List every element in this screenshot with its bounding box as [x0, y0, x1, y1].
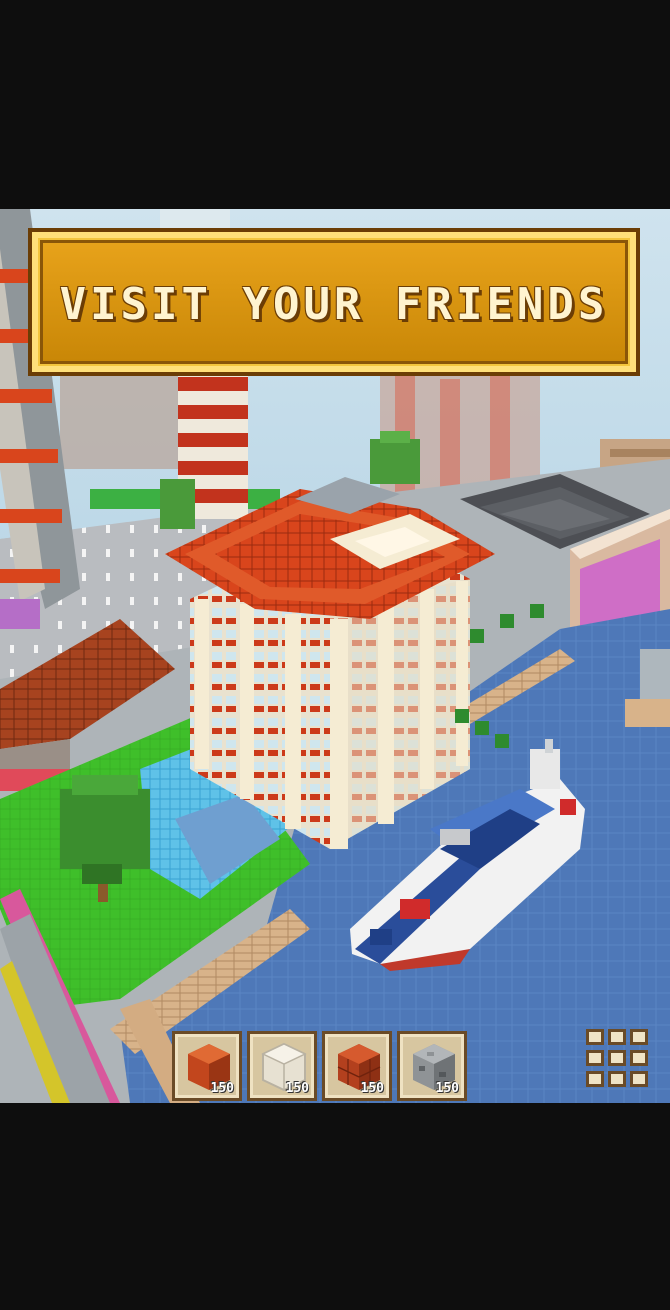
- hotbar-slot-red-clay[interactable]: 150: [172, 1031, 242, 1101]
- slot-count: 150: [360, 1081, 384, 1096]
- hotbar-slot-stone[interactable]: 150: [397, 1031, 467, 1101]
- slot-count: 150: [285, 1081, 309, 1096]
- bottom-black-bar: [0, 1103, 670, 1310]
- banner-title: VISIT YOUR FRIENDS: [59, 279, 609, 330]
- title-banner: VISIT YOUR FRIENDS: [32, 232, 636, 372]
- slot-count: 150: [210, 1081, 234, 1096]
- hotbar-slot-glass[interactable]: 150: [247, 1031, 317, 1101]
- title-banner-plate: VISIT YOUR FRIENDS: [40, 240, 628, 364]
- grid-menu-button[interactable]: [584, 1029, 652, 1091]
- top-black-bar: [0, 0, 670, 209]
- hotbar-slot-red-brick[interactable]: 150: [322, 1031, 392, 1101]
- slot-count: 150: [435, 1081, 459, 1096]
- game-viewport[interactable]: VISIT YOUR FRIENDS 150 150 150 150: [0, 209, 670, 1103]
